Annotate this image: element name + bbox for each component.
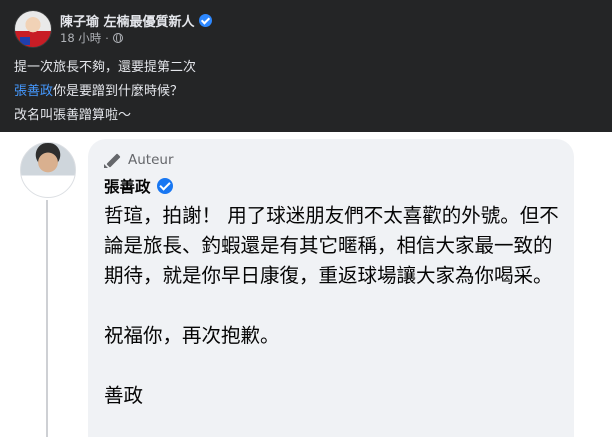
- comment-author-name[interactable]: 張善政: [104, 175, 151, 197]
- post-text-line-2-rest: 你是要蹭到什麼時候？: [53, 84, 184, 99]
- post-timestamp[interactable]: 18 小時: [60, 30, 101, 46]
- comment-paragraph-2: 祝福你，再次抱歉。: [104, 324, 280, 347]
- post-text-line-1: 提一次旅長不夠，還要提第二次: [14, 60, 197, 75]
- author-badge: Auteur: [104, 151, 558, 169]
- post-author-avatar[interactable]: [14, 10, 52, 48]
- comment-body: 哲瑄，拍謝！ 用了球迷朋友們不太喜歡的外號。但不論是旅長、釣蝦還是有其它暱稱，相…: [104, 201, 560, 411]
- comment-paragraph-1: 哲瑄，拍謝！ 用了球迷朋友們不太喜歡的外號。但不論是旅長、釣蝦還是有其它暱稱，相…: [104, 204, 559, 287]
- comment-author-line: 張善政: [104, 175, 558, 197]
- post-author-line: 陳子瑜 左楠最優質新人: [60, 11, 212, 30]
- verified-badge-icon: [198, 14, 212, 27]
- globe-icon: [112, 33, 123, 43]
- thread-line: [46, 200, 48, 437]
- comment-bubble: Auteur 張善政 哲瑄，拍謝！ 用了球迷朋友們不太喜歡的外號。但不論是旅長、…: [88, 139, 574, 437]
- comment-signature: 善政: [104, 384, 144, 407]
- post-author-name[interactable]: 陳子瑜 左楠最優質新人: [60, 11, 195, 30]
- separator-dot: ·: [105, 31, 109, 45]
- post-text-line-2: 張善政你是要蹭到什麼時候？: [14, 80, 183, 99]
- comment-author-avatar[interactable]: [20, 142, 76, 198]
- pen-icon: [104, 152, 122, 168]
- author-badge-label: Auteur: [128, 152, 174, 168]
- verified-badge-icon: [156, 178, 173, 194]
- original-post: 陳子瑜 左楠最優質新人 18 小時 · 提一次旅長不夠，還要提第二次 張善政你是…: [0, 0, 612, 132]
- mention-link[interactable]: 張善政: [14, 84, 53, 99]
- post-meta: 18 小時 ·: [60, 30, 123, 46]
- post-text-line-3: 改名叫張善蹭算啦～: [14, 108, 132, 123]
